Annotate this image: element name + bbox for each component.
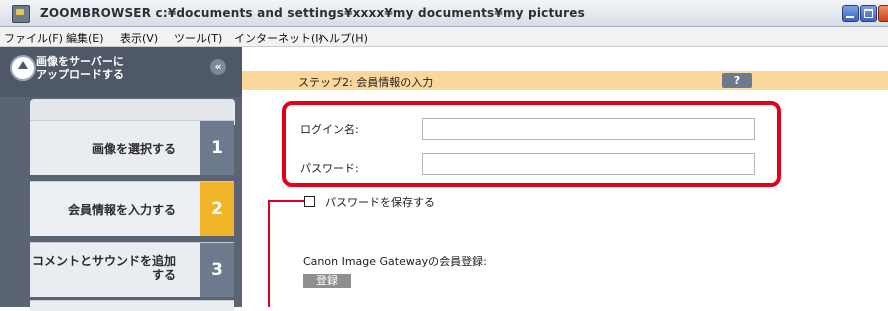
step-number: 2 [200, 182, 234, 236]
password-label: パスワード: [300, 162, 359, 175]
collapse-sidebar-button[interactable]: « [210, 59, 226, 75]
save-password-label: パスワードを保存する [325, 196, 435, 209]
step-number: 1 [200, 121, 234, 175]
help-button[interactable]: ? [722, 73, 752, 88]
callout-line-vertical [268, 200, 270, 307]
step-label: 画像を選択する [91, 142, 176, 156]
minimize-button[interactable] [842, 5, 859, 22]
save-password-checkbox[interactable] [304, 196, 315, 207]
upload-icon [10, 55, 36, 81]
menu-tools[interactable]: ツール(T) [174, 30, 222, 46]
password-input[interactable] [422, 153, 755, 175]
step-label: 会員情報を入力する [67, 203, 176, 217]
menu-file[interactable]: ファイル(F) [4, 30, 63, 46]
sidebar-title: 画像をサーバーに アップロードする [36, 55, 186, 81]
step-header-bar: ステップ2: 会員情報の入力 ? [242, 71, 888, 90]
title-bar: ZOOMBROWSER c:¥documents and settings¥xx… [0, 0, 888, 27]
register-button[interactable]: 登録 [303, 274, 351, 288]
step-number: 3 [200, 243, 234, 297]
login-name-input[interactable] [422, 118, 755, 140]
step-label: コメントとサウンドを追加 する [31, 254, 176, 282]
menu-internet[interactable]: インターネット(I) [234, 30, 323, 46]
step-enter-member-info[interactable]: 会員情報を入力する 2 [30, 181, 234, 236]
sidebar-header: 画像をサーバーに アップロードする « [0, 47, 242, 97]
menu-view[interactable]: 表示(V) [120, 30, 158, 46]
step-select-images[interactable]: 画像を選択する 1 [30, 120, 234, 175]
maximize-button[interactable] [860, 5, 877, 22]
login-name-label: ログイン名: [300, 123, 359, 136]
close-button[interactable] [878, 5, 888, 22]
sidebar-title-text: 画像をサーバーに アップロードする [36, 55, 124, 81]
menu-help[interactable]: ヘルプ(H) [318, 30, 368, 46]
callout-line [268, 200, 304, 202]
menu-edit[interactable]: 編集(E) [66, 30, 104, 46]
step-title: ステップ2: 会員情報の入力 [298, 76, 434, 89]
app-icon [12, 5, 30, 23]
menu-bar: ファイル(F) 編集(E) 表示(V) ツール(T) インターネット(I) ヘル… [0, 27, 888, 47]
sidebar: 画像をサーバーに アップロードする « 画像を選択する 1 会員情報を入力する 2… [0, 47, 242, 311]
registration-text: Canon Image Gatewayの会員登録: [303, 255, 487, 268]
step-add-comments-sounds[interactable]: コメントとサウンドを追加 する 3 [30, 242, 234, 297]
window-title: ZOOMBROWSER c:¥documents and settings¥xx… [40, 6, 585, 20]
step-next[interactable] [30, 300, 234, 311]
